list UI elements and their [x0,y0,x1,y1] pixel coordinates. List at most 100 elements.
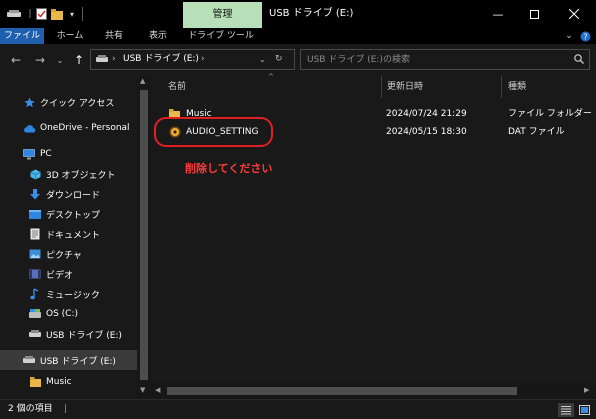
forward-button[interactable]: → [32,52,48,68]
customize-qa-icon[interactable]: ▾ [66,7,78,21]
star-icon [22,95,36,109]
details-view-icon [561,406,571,415]
minimize-button[interactable]: — [480,0,516,28]
scroll-left-icon[interactable]: ◀ [155,386,160,394]
arrow-up-icon: ↑ [73,53,85,67]
title-bar: | ▾ 管理 USB ドライブ (E:) — [0,0,596,28]
address-bar[interactable]: › USB ドライブ (E:) › ⌄ ↻ [90,49,295,70]
search-box [300,49,590,70]
new-folder-icon[interactable] [50,7,64,21]
cube-icon [28,167,42,181]
sidebar-item-music[interactable]: ミュージック [0,284,137,304]
scrollbar-thumb[interactable] [140,90,148,380]
svg-text:?: ? [583,32,587,41]
sort-ascending-icon: ^ [268,73,274,81]
minimize-icon: — [492,7,504,21]
tab-share[interactable]: 共有 [96,28,132,44]
search-input[interactable] [307,51,567,68]
sidebar-item-documents[interactable]: ドキュメント [0,224,137,244]
scrollbar-thumb[interactable] [167,387,517,395]
sidebar-item-music-folder[interactable]: Music [0,372,137,392]
sidebar-item-onedrive[interactable]: OneDrive - Personal [0,118,137,138]
drive-icon [6,7,22,21]
search-icon[interactable] [574,54,584,67]
sidebar-item-label: 3D オブジェクト [46,170,116,181]
scroll-up-icon[interactable]: ▲ [140,77,145,85]
document-icon [28,227,42,241]
up-button[interactable]: ↑ [71,52,87,68]
video-icon [28,267,42,281]
cloud-icon [22,121,36,135]
sidebar-item-desktop[interactable]: デスクトップ [0,204,137,224]
item-count: 2 個の項目 [8,404,53,414]
status-separator: | [64,404,68,414]
sidebar-item-pc[interactable]: PC [0,144,137,164]
sidebar-item-label: クイック アクセス [40,98,115,109]
sidebar-item-label: Music [46,377,72,387]
column-divider[interactable] [381,76,382,98]
highlight-circle [154,117,273,147]
sidebar-item-label: デスクトップ [46,210,101,221]
window-title: USB ドライブ (E:) [269,8,354,19]
sidebar-item-os-c[interactable]: OS (C:) [0,304,137,324]
large-icons-view-icon [578,405,590,415]
scroll-down-icon[interactable]: ▼ [140,386,145,394]
chevron-right-icon: › [201,54,205,64]
navigation-pane: クイック アクセス OneDrive - Personal PC 3D オブジェ… [0,76,151,399]
sidebar-item-usb-e-root[interactable]: USB ドライブ (E:) [0,350,137,370]
tab-home[interactable]: ホーム [52,28,88,44]
properties-icon[interactable] [34,7,48,21]
expand-ribbon-icon[interactable]: ⌄ [562,28,576,44]
usb-drive-icon [22,353,36,367]
qa-separator: | [28,9,32,19]
column-divider[interactable] [501,76,502,98]
sidebar-item-label: USB ドライブ (E:) [46,330,122,341]
context-tab-manage[interactable]: 管理 [183,2,262,28]
status-bar: 2 個の項目 | [0,399,596,419]
file-list: 名前 ^ 更新日時 種類 Music 2024/07/24 21:29 ファイル… [151,73,596,399]
sidebar-item-label: ピクチャ [46,250,82,261]
tab-file[interactable]: ファイル [0,28,44,44]
sidebar-item-label: ビデオ [46,270,74,281]
sidebar-item-label: USB ドライブ (E:) [40,356,116,367]
tab-drive-tools[interactable]: ドライブ ツール [186,28,256,44]
address-dropdown-icon[interactable]: ⌄ [259,50,266,69]
file-type: DAT ファイル [508,127,565,137]
scroll-right-icon[interactable]: ▶ [584,386,589,394]
column-header-name[interactable]: 名前 [168,76,381,98]
sidebar-item-quick-access[interactable]: クイック アクセス [0,92,137,112]
sidebar-item-label: ミュージック [46,290,100,301]
refresh-icon[interactable]: ↻ [275,50,283,69]
file-type: ファイル フォルダー [508,109,592,119]
sidebar-item-videos[interactable]: ビデオ [0,264,137,284]
help-icon[interactable]: ? [578,28,592,44]
usb-drive-icon [28,327,42,341]
file-date: 2024/05/15 18:30 [386,127,467,137]
arrow-right-icon: → [34,53,46,67]
sidebar-item-label: OneDrive - Personal [40,123,130,133]
close-icon [569,9,579,19]
sidebar-item-label: PC [40,149,52,159]
column-header-date[interactable]: 更新日時 [387,76,499,98]
back-button[interactable]: ← [8,52,24,68]
sidebar-item-usb-e[interactable]: USB ドライブ (E:) [0,324,137,344]
title-separator [82,7,83,21]
horizontal-scrollbar[interactable]: ◀ ▶ [151,383,596,399]
sidebar-item-3d-objects[interactable]: 3D オブジェクト [0,164,137,184]
maximize-icon [529,9,539,19]
maximize-button[interactable] [516,0,552,28]
sidebar-scrollbar[interactable]: ▲ ▼ [137,76,151,399]
sidebar-item-pictures[interactable]: ピクチャ [0,244,137,264]
tab-view[interactable]: 表示 [140,28,176,44]
drive-icon [28,307,42,321]
recent-locations-button[interactable]: ⌄ [52,52,68,68]
large-icons-view-button[interactable] [576,403,592,417]
sidebar-item-label: ダウンロード [46,190,101,201]
arrow-left-icon: ← [10,53,22,67]
address-path: USB ドライブ (E:) [123,54,199,64]
chevron-down-icon: ⌄ [56,55,64,65]
details-view-button[interactable] [558,403,574,417]
sidebar-item-downloads[interactable]: ダウンロード [0,184,137,204]
close-button[interactable] [556,0,592,28]
column-header-type[interactable]: 種類 [508,76,588,98]
